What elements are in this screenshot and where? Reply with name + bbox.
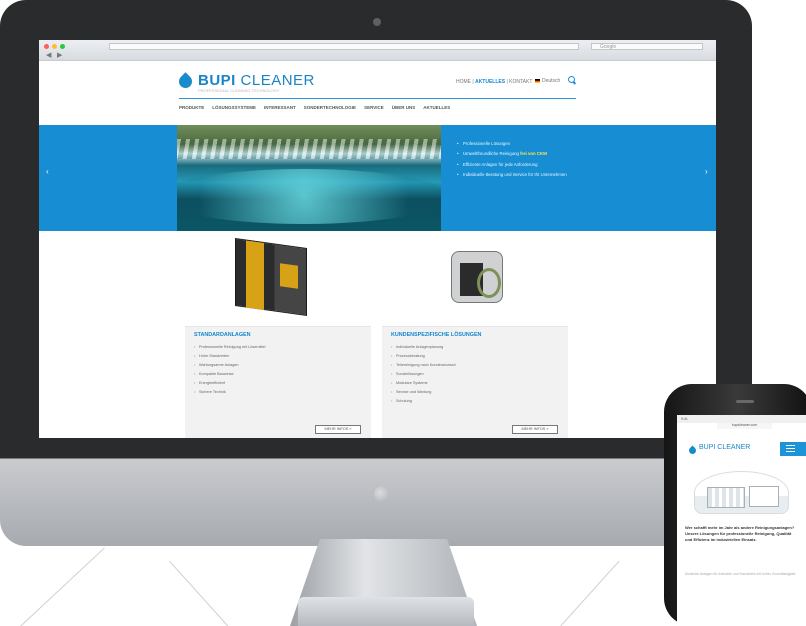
imac-device: ◀ ▶ Google BUPI CLEANER PROFESSIONAL CLE… [0,0,752,546]
custom-solutions-card: KUNDENSPEZIFISCHE LÖSUNGEN Individuelle … [382,326,568,438]
standard-machine-image [235,237,307,317]
mobile-intro-text: Wer schafft mehr im Jahr als andere Rein… [685,525,795,542]
hero-benefit-text: Umweltfreundliche Reinigung [463,151,519,157]
header-divider [179,98,576,99]
browser-search-field[interactable]: Google [591,43,703,50]
nav-item-special-technology[interactable]: SONDERTECHNOLOGIE [304,105,356,110]
list-item: Sonderlösungen [391,372,456,376]
mobile-secondary-text: Moderne Anlagen für Industrie und Handwe… [685,572,797,576]
status-time: 9:41 [681,417,688,421]
iphone-device: 9:41 bupicleaner.com BUPI CLEANER Wer sc… [664,384,806,626]
address-bar[interactable] [109,43,579,50]
news-link[interactable]: AKTUELLES [475,79,505,85]
minimize-window-icon[interactable] [52,44,57,49]
close-window-icon[interactable] [44,44,49,49]
utility-links: HOME | AKTUELLES | KONTAKT [456,79,533,85]
list-item: Prozessberatung [391,354,456,358]
water-drop-icon [176,72,195,91]
camera [373,18,381,26]
list-item: Hohe Standzeiten [194,354,265,358]
home-link[interactable]: HOME [456,79,471,85]
apple-logo-icon [374,486,389,503]
list-item: Individuelle Anlagenplanung [391,345,456,349]
list-item: Wartungsarme Anlagen [194,363,265,367]
german-flag-icon [535,79,540,83]
mobile-product-illustration [694,471,789,514]
list-item: Kompakte Bauweise [194,372,265,376]
card-feature-list: Individuelle Anlagenplanung Prozessberat… [391,345,456,408]
hero-benefit: Umweltfreundliche Reinigung frei von CKW [457,151,607,157]
card-title: KUNDENSPEZIFISCHE LÖSUNGEN [391,332,482,338]
browser-toolbar: ◀ ▶ Google [39,40,716,61]
brand-secondary: CLEANER [240,72,315,89]
forward-icon[interactable]: ▶ [57,52,62,59]
previous-slide-icon[interactable]: ‹ [46,167,49,176]
nav-item-news[interactable]: AKTUELLES [423,105,450,110]
stand-base [298,597,474,626]
hero-benefit: Effiziente Anlagen für jede Anforderung [457,162,607,168]
mobile-url[interactable]: bupicleaner.com [717,423,772,429]
card-title: STANDARDANLAGEN [194,332,251,338]
list-item: Professionelle Reinigung mit Lösemittel [194,345,265,349]
river-photo [177,125,441,231]
next-slide-icon[interactable]: › [705,167,708,176]
standard-products-card: STANDARDANLAGEN Professionelle Reinigung… [185,326,371,438]
list-item: Schulung [391,399,456,403]
nav-item-service[interactable]: SERVICE [364,105,384,110]
custom-machine-image [451,251,503,303]
brand-logo[interactable]: BUPI CLEANER [198,72,315,89]
maximize-window-icon[interactable] [60,44,65,49]
background-guide-line-right [560,560,620,626]
nav-item-solutions[interactable]: LÖSUNGSSYSTEME [212,105,256,110]
site-header: BUPI CLEANER PROFESSIONAL CLEANING TECHN… [39,61,716,125]
brand-tagline: PROFESSIONAL CLEANING TECHNOLOGY [198,88,280,93]
list-item: Service und Wartung [391,390,456,394]
phone-speaker [736,400,754,403]
list-item: Sichere Technik [194,390,265,394]
mobile-water-drop-icon [687,445,698,456]
mobile-status-bar: 9:41 [677,415,806,423]
mobile-brand-logo[interactable]: BUPI CLEANER [699,444,750,451]
hero-benefit-highlight: frei von CKW [520,151,548,157]
hero-benefit: Professionelle Lösungen [457,141,607,147]
background-guide-line-left [20,547,105,626]
background-guide-line-center [169,561,245,626]
list-item: Energieeffizient [194,381,265,385]
nav-item-interesting[interactable]: INTERESSANT [264,105,296,110]
desktop-screen: ◀ ▶ Google BUPI CLEANER PROFESSIONAL CLE… [39,40,716,438]
products-section: STANDARDANLAGEN Professionelle Reinigung… [39,231,716,438]
nav-item-about[interactable]: ÜBER UNS [392,105,416,110]
brand-primary: BUPI [198,72,236,89]
nav-item-products[interactable]: PRODUKTE [179,105,204,110]
hero-benefits-list: Professionelle Lösungen Umweltfreundlich… [457,141,607,182]
mobile-screen: 9:41 bupicleaner.com BUPI CLEANER Wer sc… [677,415,806,626]
list-item: Teilereinigung nach Kundenwunsch [391,363,456,367]
hero-benefit: Individuelle Beratung und Service für Ih… [457,172,607,178]
main-navigation: PRODUKTE LÖSUNGSSYSTEME INTERESSANT SOND… [179,105,450,110]
hero-slider: ‹ Professionelle Lösungen Umweltfreundli… [39,125,716,231]
list-item: Modulare Systeme [391,381,456,385]
menu-icon[interactable] [780,442,806,456]
card-feature-list: Professionelle Reinigung mit Lösemittel … [194,345,265,399]
search-icon[interactable] [568,76,575,83]
back-icon[interactable]: ◀ [46,52,51,59]
language-selector[interactable]: Deutsch [542,78,560,84]
contact-link[interactable]: KONTAKT [509,79,532,85]
more-info-button[interactable]: MEHR INFOS » [315,425,361,434]
more-info-button[interactable]: MEHR INFOS » [512,425,558,434]
